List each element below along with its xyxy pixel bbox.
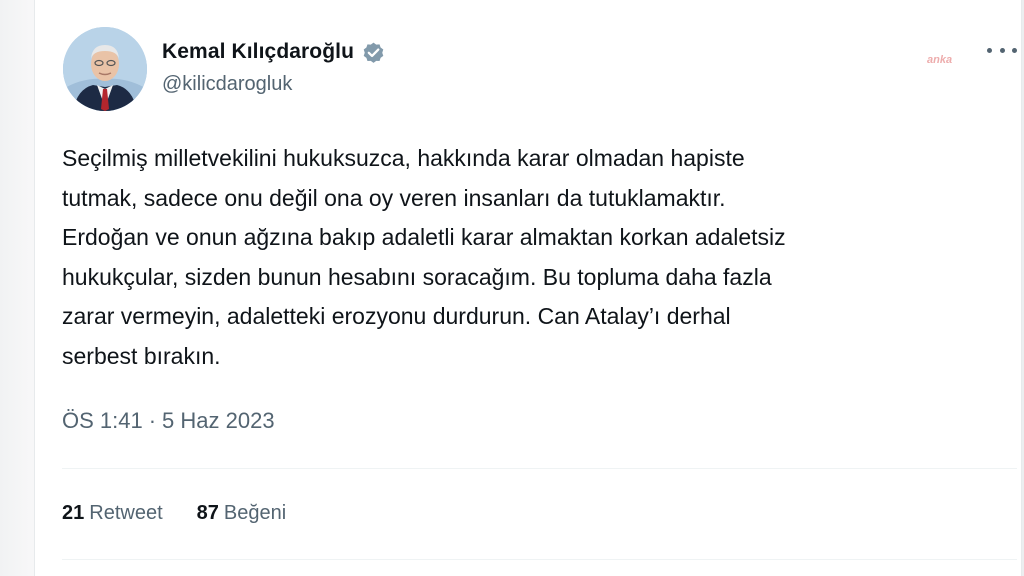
like-label: Beğeni bbox=[223, 502, 287, 524]
divider bbox=[62, 559, 1017, 560]
engagement-stats: 21 Retweet 87 Beğeni bbox=[62, 502, 320, 525]
tweet-text-line: serbest bırakın. bbox=[62, 342, 221, 369]
retweet-stat[interactable]: 21 Retweet bbox=[62, 502, 163, 525]
more-dot bbox=[999, 47, 1005, 53]
more-options-icon[interactable] bbox=[987, 40, 1017, 60]
tweet-time: ÖS 1:41 bbox=[62, 408, 143, 433]
retweet-label: Retweet bbox=[89, 502, 163, 524]
tweet-text-line: tutmak, sadece onu değil ona oy veren in… bbox=[62, 184, 726, 211]
more-dot bbox=[1012, 47, 1017, 53]
like-count: 87 bbox=[196, 502, 219, 524]
retweet-count: 21 bbox=[62, 502, 85, 524]
watermark-logo: anka bbox=[927, 54, 953, 66]
timestamp-separator: · bbox=[148, 408, 157, 433]
tweet-date: 5 Haz 2023 bbox=[162, 408, 275, 433]
tweet-text: Seçilmiş milletvekilini hukuksuzca, hakk… bbox=[62, 139, 1002, 376]
divider bbox=[62, 468, 1017, 469]
author-name-row: Kemal Kılıçdaroğlu bbox=[162, 37, 386, 67]
like-stat[interactable]: 87 Beğeni bbox=[197, 502, 287, 525]
tweet-card: Kemal Kılıçdaroğlu @kilicdarogluk anka S… bbox=[34, 0, 1022, 576]
tweet-text-line: Erdoğan ve onun ağzına bakıp adaletli ka… bbox=[62, 224, 786, 250]
verified-badge-icon[interactable] bbox=[361, 40, 386, 65]
tweet-timestamp[interactable]: ÖS 1:41 · 5 Haz 2023 bbox=[62, 408, 275, 434]
avatar[interactable] bbox=[63, 27, 147, 111]
author-display-name[interactable]: Kemal Kılıçdaroğlu bbox=[162, 40, 354, 64]
author-handle[interactable]: @kilicdarogluk bbox=[162, 73, 292, 96]
tweet-text-line: Seçilmiş milletvekilini hukuksuzca, hakk… bbox=[62, 145, 745, 171]
more-dot bbox=[987, 47, 992, 53]
page-background: Kemal Kılıçdaroğlu @kilicdarogluk anka S… bbox=[0, 0, 1024, 576]
avatar-portrait bbox=[63, 27, 147, 111]
tweet-text-line: hukukçular, sizden bunun hesabını soraca… bbox=[62, 263, 772, 290]
tweet-text-line: zarar vermeyin, adaletteki erozyonu durd… bbox=[62, 303, 731, 329]
